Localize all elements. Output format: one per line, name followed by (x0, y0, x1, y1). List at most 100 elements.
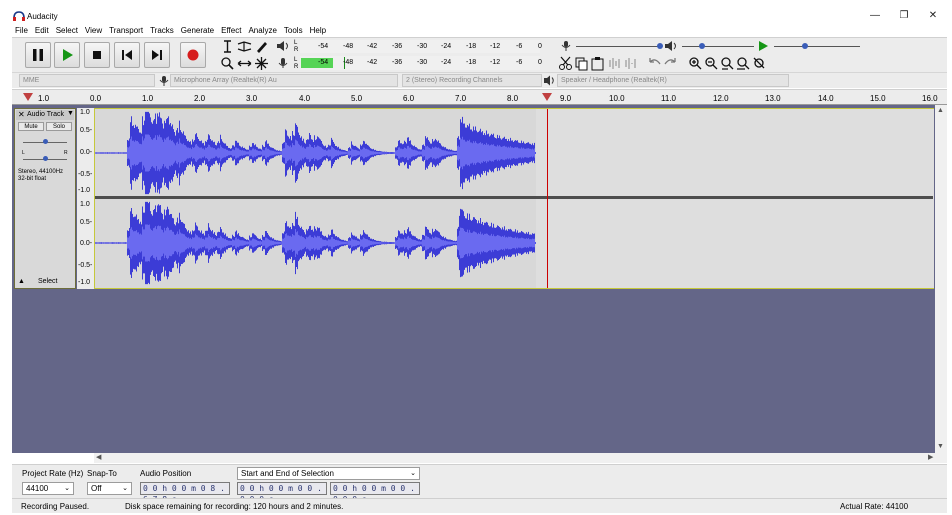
horizontal-scrollbar[interactable]: ◀ ▶ (94, 453, 947, 463)
pm-label: -54 (318, 43, 329, 50)
pm-label: -48 (343, 43, 354, 50)
ruler-label: 1.0 (38, 94, 50, 103)
rm-label: -36 (392, 59, 403, 66)
menu-tools[interactable]: Tools (281, 25, 307, 37)
skip-to-end-button[interactable] (144, 42, 170, 68)
scroll-down-icon[interactable]: ▼ (937, 443, 944, 450)
playback-speed-thumb[interactable] (802, 43, 808, 49)
copy-icon[interactable] (574, 56, 589, 71)
menu-tracks[interactable]: Tracks (147, 25, 178, 37)
mute-button[interactable]: Mute (18, 122, 44, 131)
minimize-icon[interactable]: — (864, 8, 886, 24)
track-control-panel[interactable]: ✕ Audio Track ▼ Mute Solo L R Stereo, 44… (14, 108, 76, 289)
menu-view[interactable]: View (82, 25, 106, 37)
undo-icon[interactable] (647, 56, 662, 71)
status-disk-space: Disk space remaining for recording: 120 … (125, 502, 344, 511)
selection-tool-icon[interactable] (220, 39, 235, 54)
recording-device-select[interactable]: Microphone Array (Realtek(R) Au (170, 74, 398, 87)
snap-to-label: Snap-To (87, 469, 117, 478)
solo-button[interactable]: Solo (46, 122, 72, 131)
playback-volume-slider[interactable] (682, 46, 754, 47)
zoom-in-icon[interactable] (688, 56, 703, 71)
skip-to-start-button[interactable] (114, 42, 140, 68)
audio-position-label: Audio Position (140, 469, 192, 478)
track-menu-arrow-icon[interactable]: ▼ (67, 110, 74, 117)
ruler-label: 10.0 (609, 94, 625, 103)
vertical-scrollbar[interactable]: ▲ ▼ (935, 105, 947, 453)
redo-icon[interactable] (663, 56, 678, 71)
playback-speed-slider[interactable] (774, 46, 860, 47)
close-icon[interactable]: ✕ (922, 8, 944, 24)
menu-transport[interactable]: Transport (106, 25, 147, 37)
track-name-menu[interactable]: Audio Track (27, 111, 64, 118)
menu-edit[interactable]: Edit (32, 25, 53, 37)
waveform-clip[interactable] (94, 108, 934, 289)
playhead-pin-icon[interactable] (23, 93, 33, 102)
pm-label: -24 (441, 43, 452, 50)
recording-channels-select[interactable]: 2 (Stereo) Recording Channels (402, 74, 542, 87)
zoom-toggle-icon[interactable] (752, 56, 767, 71)
collapse-track-icon[interactable]: ▲ (18, 278, 25, 285)
scroll-up-icon[interactable]: ▲ (937, 107, 944, 114)
skip-start-icon (122, 50, 132, 60)
stop-button[interactable] (84, 42, 110, 68)
ruler-label: 13.0 (765, 94, 781, 103)
selection-end-timecode[interactable]: 0 0 h 0 0 m 0 0 . 0 0 0 s (330, 482, 420, 504)
scroll-left-icon[interactable]: ◀ (96, 453, 101, 461)
trim-icon[interactable] (608, 56, 623, 71)
pan-slider-thumb[interactable] (43, 156, 48, 161)
selection-start-timecode[interactable]: 0 0 h 0 0 m 0 0 . 0 0 0 s (237, 482, 327, 504)
amp-label: -1.0 (78, 187, 91, 194)
close-track-icon[interactable]: ✕ (18, 110, 25, 119)
track-header[interactable]: ✕ Audio Track ▼ (16, 110, 74, 120)
toolbar-area: L R -54 -48 -42 -36 -30 -24 -18 -12 -6 0… (12, 37, 947, 72)
playback-device-select[interactable]: Speaker / Headphone (Realtek(R) (557, 74, 789, 87)
zoom-tool-icon[interactable] (220, 56, 235, 71)
timeline-ruler[interactable]: 1.0 0.0 1.0 2.0 3.0 4.0 5.0 6.0 7.0 8.0 … (12, 89, 947, 105)
record-button[interactable] (180, 42, 206, 68)
waveform-rms-path (95, 134, 536, 172)
menu-help[interactable]: Help (307, 25, 330, 37)
silence-icon[interactable] (624, 56, 639, 71)
meter-r-label: R (294, 64, 299, 70)
select-track-button[interactable]: Select (38, 278, 57, 285)
recording-volume-slider[interactable] (576, 46, 660, 47)
pause-button[interactable] (25, 42, 51, 68)
pm-label: -36 (392, 43, 403, 50)
menu-analyze[interactable]: Analyze (245, 25, 280, 37)
maximize-icon[interactable]: ❐ (893, 8, 915, 24)
cut-icon[interactable] (558, 56, 573, 71)
gain-slider-thumb[interactable] (43, 139, 48, 144)
audio-position-timecode[interactable]: 0 0 h 0 0 m 0 8 . 6 7 8 s (140, 482, 230, 504)
envelope-tool-icon[interactable] (237, 39, 252, 54)
snap-to-select[interactable]: Off ⌄ (87, 482, 132, 495)
timeshift-tool-icon[interactable] (237, 56, 252, 71)
recording-meter[interactable]: -54 -48 -42 -36 -30 -24 -18 -12 -6 0 (300, 56, 542, 70)
selection-mode-select[interactable]: Start and End of Selection ⌄ (237, 467, 420, 480)
menu-effect[interactable]: Effect (218, 25, 245, 37)
project-rate-select[interactable]: 44100 ⌄ (22, 482, 74, 495)
fit-selection-icon[interactable] (720, 56, 735, 71)
menu-select[interactable]: Select (53, 25, 82, 37)
scroll-right-icon[interactable]: ▶ (928, 453, 933, 461)
playback-volume-thumb[interactable] (699, 43, 705, 49)
waveform-display[interactable] (95, 109, 933, 288)
menu-file[interactable]: File (12, 25, 32, 37)
ruler-label: 6.0 (403, 94, 415, 103)
meter-l-label: L (294, 40, 298, 46)
playback-meter[interactable]: -54 -48 -42 -36 -30 -24 -18 -12 -6 0 (300, 40, 542, 53)
fit-project-icon[interactable] (736, 56, 751, 71)
play-at-speed-icon[interactable] (757, 40, 769, 52)
play-button[interactable] (54, 42, 80, 68)
menu-generate[interactable]: Generate (178, 25, 218, 37)
pm-label: -30 (417, 43, 428, 50)
recording-volume-thumb[interactable] (657, 43, 663, 49)
ruler-label: 8.0 (507, 94, 519, 103)
multi-tool-icon[interactable] (254, 56, 269, 71)
ruler-label: 15.0 (870, 94, 886, 103)
zoom-out-icon[interactable] (704, 56, 719, 71)
pan-right-label: R (64, 150, 68, 156)
draw-tool-icon[interactable] (254, 39, 269, 54)
paste-icon[interactable] (590, 56, 605, 71)
audio-host-select[interactable]: MME (19, 74, 155, 87)
